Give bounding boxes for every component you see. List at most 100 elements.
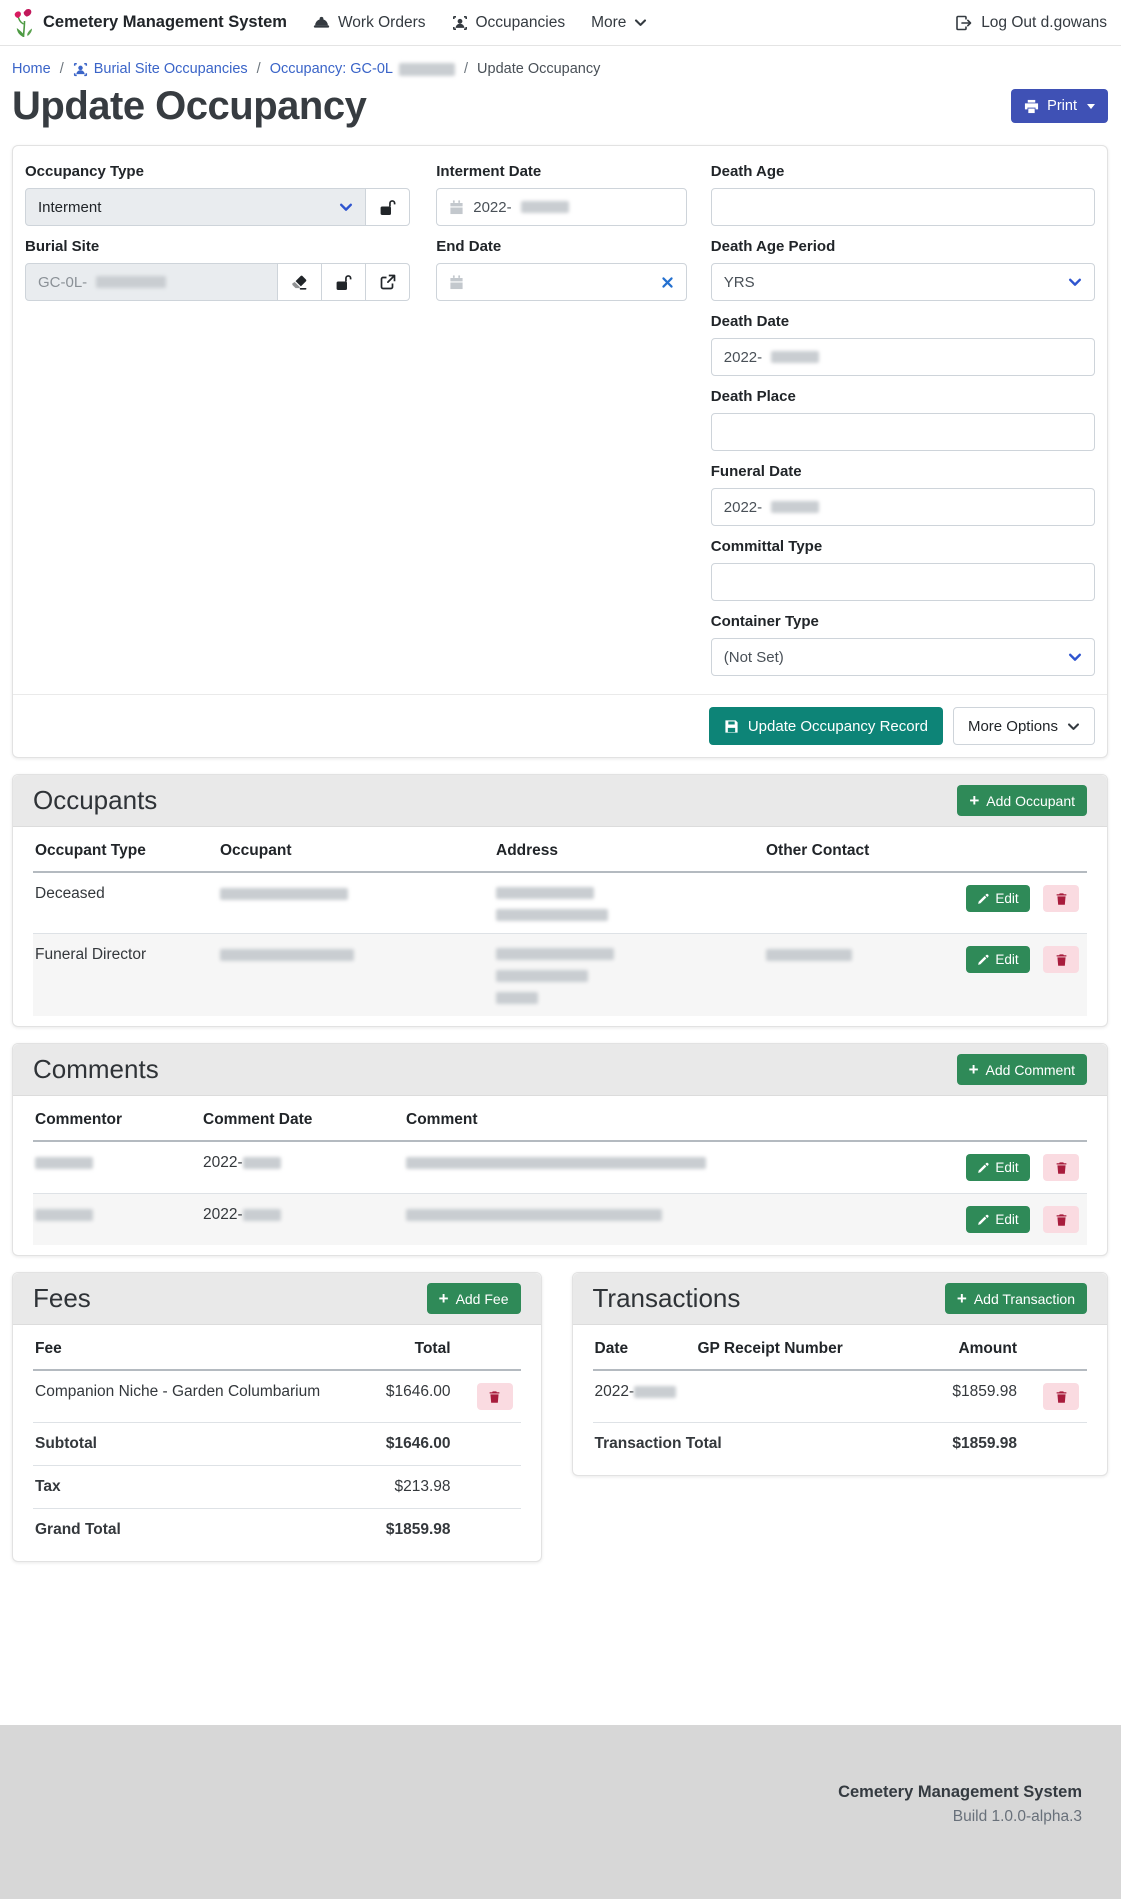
add-comment-button[interactable]: + Add Comment (957, 1054, 1087, 1085)
add-fee-button[interactable]: + Add Fee (427, 1283, 521, 1314)
interment-date-input[interactable]: 2022- (436, 188, 687, 226)
edit-comment-button[interactable]: Edit (966, 1206, 1029, 1233)
edit-occupant-button[interactable]: Edit (966, 946, 1029, 973)
occupancy-type-select[interactable]: Interment (25, 188, 366, 226)
delete-occupant-button[interactable] (1043, 885, 1079, 912)
logout-icon (955, 15, 972, 31)
calendar-icon (449, 275, 464, 290)
fees-card: Fees + Add Fee Fee Total (12, 1272, 542, 1562)
column-header: Date (593, 1327, 698, 1370)
app-brand[interactable]: Cemetery Management System (14, 8, 287, 38)
redacted-text (496, 887, 594, 899)
burial-site-clear-button[interactable] (277, 263, 322, 301)
nav-item-work-orders[interactable]: Work Orders (313, 14, 426, 32)
breadcrumb-burial-site-occupancies[interactable]: Burial Site Occupancies (73, 61, 248, 77)
add-transaction-button[interactable]: + Add Transaction (945, 1283, 1087, 1314)
edit-comment-button[interactable]: Edit (966, 1154, 1029, 1181)
print-button[interactable]: Print (1011, 89, 1108, 123)
commentor-cell (33, 1141, 203, 1194)
field-death-age: Death Age (711, 162, 1095, 226)
printer-icon (1024, 99, 1039, 114)
redacted-text (220, 949, 354, 961)
column-header: Other Contact (766, 829, 957, 872)
occupancy-type-label: Occupancy Type (25, 162, 410, 181)
redacted-text (243, 1209, 281, 1221)
redacted-text (771, 501, 819, 513)
column-header: Address (496, 829, 766, 872)
add-transaction-label: Add Transaction (974, 1291, 1075, 1307)
chevron-down-icon (1068, 650, 1082, 664)
grand-total-value: $1859.98 (349, 1509, 459, 1552)
nav-label-occupancies: Occupancies (476, 14, 566, 32)
death-date-value: 2022- (724, 349, 762, 366)
redacted-text (406, 1157, 706, 1169)
delete-transaction-button[interactable] (1043, 1383, 1079, 1410)
add-occupant-button[interactable]: + Add Occupant (957, 785, 1087, 816)
redacted-text (496, 992, 538, 1004)
delete-fee-button[interactable] (477, 1383, 513, 1410)
comment-row: 2022- Edit (33, 1194, 1087, 1246)
nav-item-more[interactable]: More (591, 14, 647, 32)
nav-label-work-orders: Work Orders (338, 14, 426, 32)
field-interment-date: Interment Date 2022- (436, 162, 687, 226)
logout-button[interactable]: Log Out d.gowans (955, 14, 1107, 32)
burial-site-open-button[interactable] (365, 263, 410, 301)
add-comment-label: Add Comment (986, 1062, 1075, 1078)
column-header: Comment (406, 1098, 957, 1141)
funeral-date-input[interactable]: 2022- (711, 488, 1095, 526)
funeral-date-value: 2022- (724, 499, 762, 516)
death-age-input[interactable] (711, 188, 1095, 226)
transaction-total-value: $1859.98 (905, 1423, 1025, 1466)
column-header-actions (957, 1098, 1087, 1141)
transaction-row: 2022- $1859.98 (593, 1370, 1088, 1423)
burial-site-value: GC-0L- (38, 274, 87, 291)
chevron-down-icon (1068, 275, 1082, 289)
occupant-row: Deceased Edit (33, 872, 1087, 934)
burial-site-input[interactable]: GC-0L- (25, 263, 278, 301)
occupant-other-contact-cell (766, 934, 957, 1017)
trash-icon (488, 1390, 501, 1404)
trash-icon (1055, 892, 1068, 906)
fees-title: Fees (33, 1283, 91, 1314)
delete-comment-button[interactable] (1043, 1154, 1079, 1181)
comments-table: Commentor Comment Date Comment 2022- (33, 1098, 1087, 1245)
death-place-label: Death Place (711, 387, 1095, 406)
redacted-text (35, 1157, 93, 1169)
clear-end-date-button[interactable] (661, 276, 674, 289)
column-header-actions (459, 1327, 521, 1370)
transactions-card: Transactions + Add Transaction Date GP R… (572, 1272, 1109, 1476)
comment-cell (406, 1141, 957, 1194)
delete-occupant-button[interactable] (1043, 946, 1079, 973)
end-date-input[interactable] (436, 263, 687, 301)
chevron-down-icon (339, 200, 353, 214)
field-end-date: End Date (436, 237, 687, 301)
redacted-text (220, 888, 348, 900)
update-occupancy-record-button[interactable]: Update Occupancy Record (709, 707, 943, 745)
committal-type-input[interactable] (711, 563, 1095, 601)
breadcrumb-occupancy[interactable]: Occupancy: GC-0L (270, 61, 455, 77)
occupants-card: Occupants + Add Occupant Occupant Type O… (12, 774, 1108, 1027)
burial-site-lock-button[interactable] (321, 263, 366, 301)
update-occupancy-record-label: Update Occupancy Record (748, 718, 928, 735)
death-place-input[interactable] (711, 413, 1095, 451)
breadcrumb-home[interactable]: Home (12, 61, 51, 77)
death-date-input[interactable]: 2022- (711, 338, 1095, 376)
brand-title: Cemetery Management System (43, 13, 287, 32)
column-header: Comment Date (203, 1098, 406, 1141)
breadcrumb-occupancy-label: Occupancy: GC-0L (270, 61, 393, 77)
nav-item-occupancies[interactable]: Occupancies (452, 14, 566, 32)
chevron-down-icon (634, 16, 647, 29)
field-death-date: Death Date 2022- (711, 312, 1095, 376)
occupancy-type-lock-button[interactable] (365, 188, 410, 226)
redacted-text (771, 351, 819, 363)
transactions-table: Date GP Receipt Number Amount 2022- $185… (593, 1327, 1088, 1465)
comment-date-cell: 2022- (203, 1194, 406, 1246)
delete-comment-button[interactable] (1043, 1206, 1079, 1233)
container-type-select[interactable]: (Not Set) (711, 638, 1095, 676)
calendar-icon (449, 200, 464, 215)
transaction-date-cell: 2022- (593, 1370, 698, 1423)
death-age-period-select[interactable]: YRS (711, 263, 1095, 301)
edit-occupant-button[interactable]: Edit (966, 885, 1029, 912)
tulip-logo-icon (14, 8, 35, 38)
more-options-button[interactable]: More Options (953, 707, 1095, 745)
